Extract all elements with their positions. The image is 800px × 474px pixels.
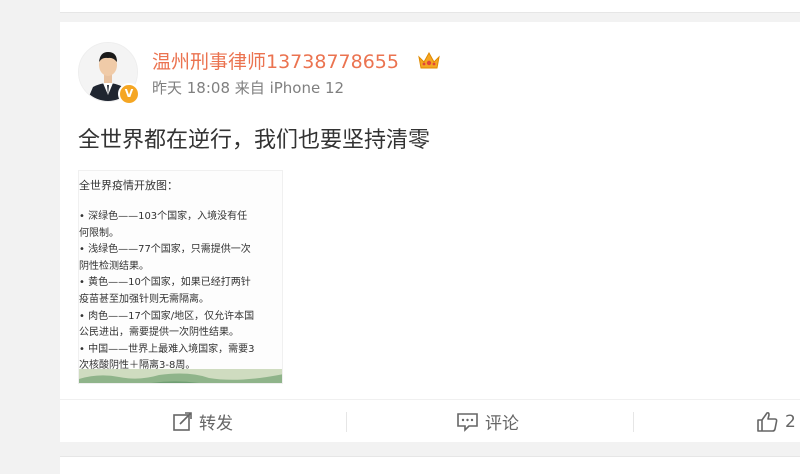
- post-time[interactable]: 昨天 18:08: [152, 79, 230, 97]
- previous-post-card: [60, 0, 800, 13]
- post-source-prefix: 来自: [234, 79, 265, 97]
- action-divider: [346, 412, 347, 432]
- crown-icon[interactable]: [417, 49, 441, 71]
- post-source: iPhone 12: [269, 79, 345, 97]
- comment-button[interactable]: 评论: [456, 400, 519, 443]
- next-post-card: [60, 456, 800, 474]
- post-image[interactable]: 全世界疫情开放图： • 深绿色——103个国家，入境没有任 何限制。 • 浅绿色…: [78, 170, 283, 384]
- like-button[interactable]: 2: [756, 400, 796, 443]
- forward-button[interactable]: 转发: [172, 400, 233, 443]
- image-line: • 中国——世界上最难入境国家，需要3: [79, 343, 255, 355]
- thumbs-up-icon: [757, 411, 778, 432]
- post-text: 全世界都在逆行，我们也要坚持清零: [78, 128, 431, 153]
- image-line: • 黄色——10个国家，如果已经打两针: [79, 277, 251, 289]
- image-line: • 浅绿色——77个国家，只需提供一次: [79, 244, 251, 256]
- image-title: 全世界疫情开放图：: [79, 179, 178, 192]
- image-line: 阴性检测结果。: [79, 260, 149, 272]
- comment-icon: [457, 412, 478, 432]
- post-card: V 温州刑事律师13738778655 昨天 18:08 来自 iPhone 1…: [60, 22, 800, 442]
- image-text: • 深绿色——103个国家，入境没有任 何限制。 • 浅绿色——77个国家，只需…: [79, 209, 282, 375]
- image-line: • 肉色——17个国家/地区，仅允许本国: [79, 310, 255, 322]
- forward-label: 转发: [199, 414, 233, 434]
- like-count: 2: [785, 411, 796, 432]
- world-map-preview: [79, 369, 282, 383]
- image-line: • 深绿色——103个国家，入境没有任: [79, 211, 248, 222]
- share-icon: [173, 411, 192, 431]
- image-line: 公民进出，需要提供一次阴性结果。: [79, 327, 239, 339]
- comment-label: 评论: [485, 414, 519, 434]
- action-bar: 转发 评论 2: [60, 399, 800, 443]
- post-meta: 昨天 18:08 来自 iPhone 12: [152, 77, 344, 98]
- image-line: 疫苗甚至加强针则无需隔离。: [79, 293, 209, 305]
- user-name-link[interactable]: 温州刑事律师13738778655: [152, 47, 399, 74]
- action-divider: [633, 412, 634, 432]
- image-line: 何限制。: [79, 227, 119, 239]
- verified-badge-icon: V: [118, 83, 140, 105]
